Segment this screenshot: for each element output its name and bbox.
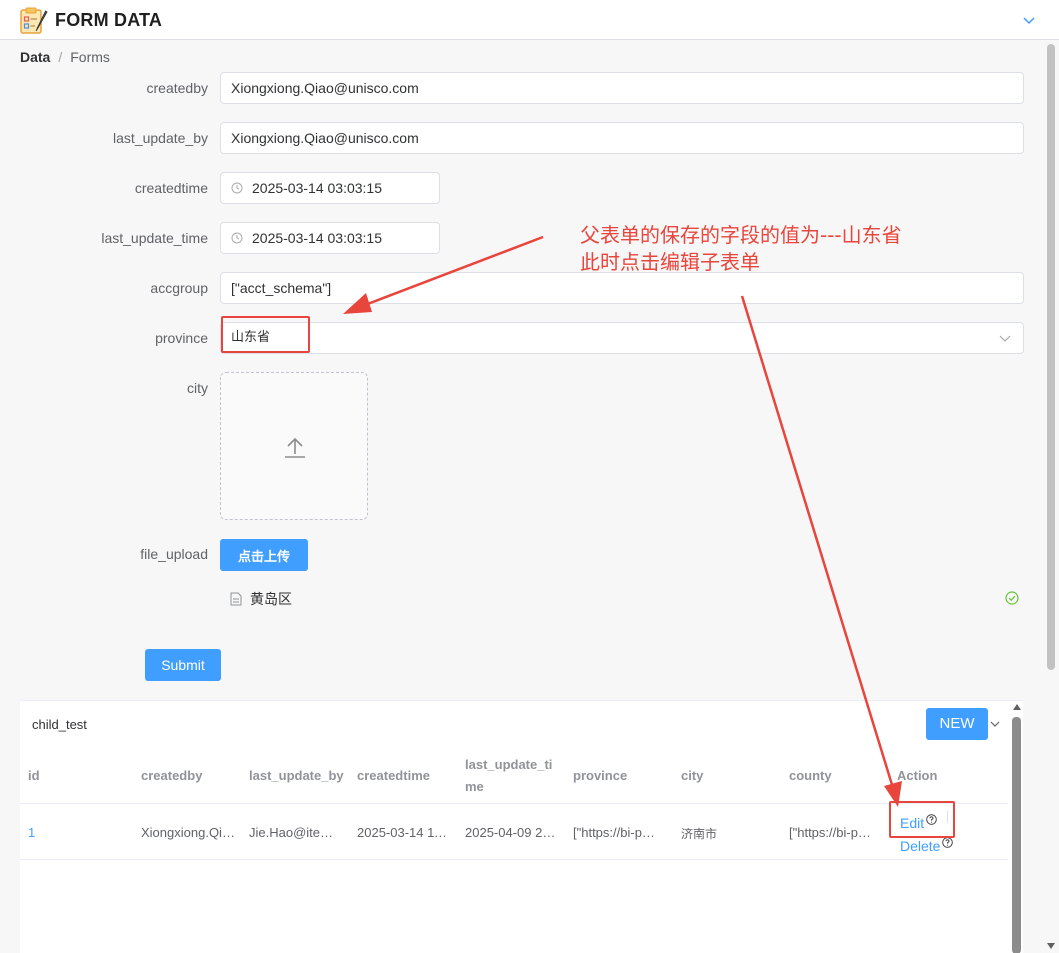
column-header-createdtime[interactable]: createdtime: [357, 765, 430, 787]
question-circle-icon: [942, 837, 954, 848]
scroll-down-arrow-icon[interactable]: [1046, 942, 1056, 950]
province-select[interactable]: 山东省: [220, 322, 1024, 354]
breadcrumb-root[interactable]: Data: [20, 49, 50, 65]
table-cell-city: 济南市: [681, 827, 718, 841]
submit-button[interactable]: Submit: [145, 649, 221, 681]
child-table-scrollbar[interactable]: [1012, 717, 1021, 953]
breadcrumb-separator: /: [58, 49, 63, 65]
scroll-up-arrow-icon[interactable]: [1012, 703, 1022, 711]
chevron-down-icon: [999, 335, 1011, 342]
upload-button[interactable]: 点击上传: [220, 539, 308, 571]
column-header-county[interactable]: county: [789, 765, 832, 787]
accgroup-input[interactable]: ["acct_schema"]: [220, 272, 1024, 304]
province-label: province: [155, 330, 208, 346]
table-cell-last-update-by: Jie.Hao@ite…: [249, 825, 334, 840]
uploaded-file-item[interactable]: 黄岛区: [230, 589, 292, 609]
chevron-down-icon[interactable]: [990, 719, 1000, 729]
new-button[interactable]: NEW: [926, 708, 988, 740]
table-cell-last-update-time: 2025-04-09 23…: [465, 825, 560, 840]
breadcrumb-current: Forms: [70, 49, 110, 65]
file-upload-label: file_upload: [140, 546, 208, 562]
column-header-action: Action: [897, 768, 938, 783]
last-update-by-label: last_update_by: [113, 130, 208, 146]
annotation-highlight-province: [221, 316, 310, 353]
table-cell-county: ["https://bi-p…: [789, 825, 871, 840]
success-check-icon: [1005, 591, 1019, 605]
column-header-province[interactable]: province: [573, 765, 627, 787]
createdtime-picker[interactable]: 2025-03-14 03:03:15: [220, 172, 440, 204]
clipboard-pencil-icon: [20, 7, 48, 34]
row-divider: [20, 859, 1008, 860]
main-scrollbar[interactable]: [1047, 44, 1055, 670]
clock-icon: [231, 182, 243, 194]
city-label: city: [187, 380, 208, 396]
clock-icon: [231, 232, 243, 244]
table-cell-province: ["https://bi-p…: [573, 825, 655, 840]
createdby-label: createdby: [146, 80, 208, 96]
annotation-highlight-edit: [889, 801, 955, 838]
upload-icon: [285, 437, 305, 458]
table-cell-id: 1: [28, 825, 36, 840]
last-update-time-value: 2025-03-14 03:03:15: [252, 230, 382, 246]
column-header-last-update-time[interactable]: last_update_ti me: [465, 754, 557, 798]
annotation-line-2: 此时点击编辑子表单: [580, 250, 760, 274]
column-header-createdby[interactable]: createdby: [141, 765, 202, 787]
last-update-time-picker[interactable]: 2025-03-14 03:03:15: [220, 222, 440, 254]
accgroup-label: accgroup: [150, 280, 208, 296]
annotation-note: 父表单的保存的字段的值为---山东省 此时点击编辑子表单: [580, 222, 902, 276]
last-update-by-input[interactable]: Xiongxiong.Qiao@unisco.com: [220, 122, 1024, 154]
child-table-title: child_test: [32, 717, 87, 732]
child-table-panel: child_test NEW id createdby last_update_…: [20, 700, 1023, 953]
delete-label: Delete: [900, 838, 941, 854]
document-icon: [230, 592, 242, 606]
delete-link[interactable]: Delete: [900, 837, 954, 854]
header-divider: [20, 803, 1008, 804]
chevron-down-icon[interactable]: [1021, 12, 1037, 28]
city-upload-area[interactable]: [220, 372, 368, 520]
createdtime-value: 2025-03-14 03:03:15: [252, 180, 382, 196]
last-update-time-label: last_update_time: [101, 230, 208, 246]
breadcrumb: Data / Forms: [20, 49, 110, 65]
createdtime-label: createdtime: [134, 180, 208, 196]
column-header-city[interactable]: city: [681, 765, 703, 787]
table-cell-createdtime: 2025-03-14 11…: [357, 825, 452, 840]
top-bar: FORM DATA: [0, 0, 1059, 40]
app-title: FORM DATA: [55, 10, 163, 30]
column-header-id[interactable]: id: [28, 765, 40, 787]
uploaded-file-name: 黄岛区: [250, 592, 292, 608]
createdby-input[interactable]: Xiongxiong.Qiao@unisco.com: [220, 72, 1024, 104]
table-cell-createdby: Xiongxiong.Qi…: [141, 825, 235, 840]
annotation-line-1: 父表单的保存的字段的值为---山东省: [580, 223, 902, 247]
column-header-last-update-by[interactable]: last_update_by: [249, 765, 344, 787]
